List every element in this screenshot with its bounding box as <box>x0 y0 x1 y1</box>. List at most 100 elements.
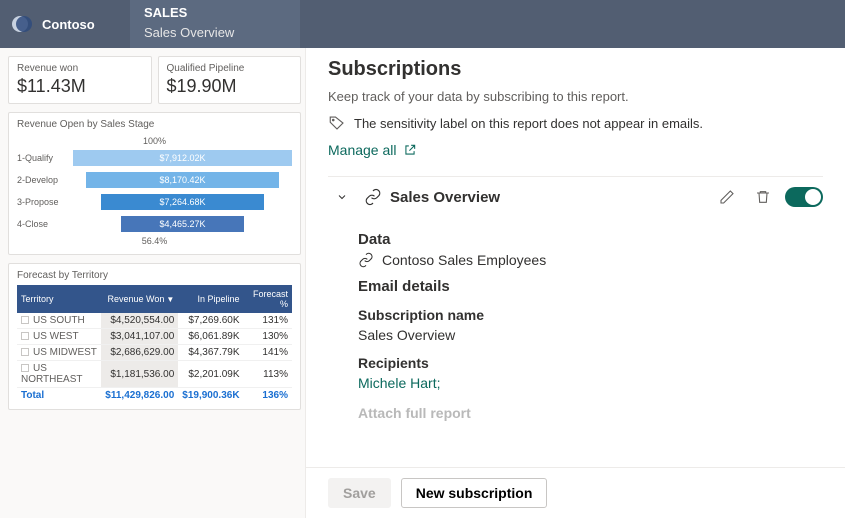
report-canvas: Revenue won $11.43M Qualified Pipeline $… <box>0 48 305 518</box>
panel-description: Keep track of your data by subscribing t… <box>328 89 823 104</box>
trash-icon <box>755 189 771 205</box>
funnel-chart: 100% 1-Qualify $7,912.02K 2-Develop $8,1… <box>17 134 292 248</box>
subscriptions-panel: Subscriptions Keep track of your data by… <box>305 48 845 518</box>
recipients-label: Recipients <box>358 355 823 371</box>
chart-title: Revenue Open by Sales Stage <box>17 119 292 130</box>
kpi-value: $19.90M <box>167 76 293 97</box>
cell: $7,269.60K <box>178 313 243 329</box>
kpi-qualified-pipeline[interactable]: Qualified Pipeline $19.90M <box>158 56 302 104</box>
cell: $19,900.36K <box>178 388 243 404</box>
table-row[interactable]: US SOUTH $4,520,554.00$7,269.60K131% <box>17 313 292 329</box>
top-nav-bar: Contoso SALES Sales Overview <box>0 0 845 48</box>
col-revenue-won[interactable]: Revenue Won▼ <box>101 285 178 313</box>
cell: $4,367.79K <box>178 345 243 361</box>
cell: 130% <box>244 329 292 345</box>
manage-all-link[interactable]: Manage all <box>328 142 417 158</box>
forecast-table: Territory Revenue Won▼ In Pipeline Forec… <box>17 285 292 403</box>
delete-button[interactable] <box>749 183 777 211</box>
col-territory[interactable]: Territory <box>17 285 101 313</box>
cell: 136% <box>244 388 292 404</box>
attach-full-report-label: Attach full report <box>358 405 823 421</box>
cell: $6,061.89K <box>178 329 243 345</box>
cell: 131% <box>244 313 292 329</box>
brand-name: Contoso <box>42 17 95 32</box>
funnel-row-label: 2-Develop <box>17 175 73 185</box>
brand[interactable]: Contoso <box>0 0 130 48</box>
subscription-header: Sales Overview <box>328 176 823 217</box>
app-logo-icon <box>10 12 34 36</box>
sensitivity-text: The sensitivity label on this report doe… <box>354 116 703 131</box>
cell: US NORTHEAST <box>21 363 83 385</box>
sensitivity-notice: The sensitivity label on this report doe… <box>328 114 823 132</box>
col-forecast-pct[interactable]: Forecast % <box>244 285 292 313</box>
funnel-row: 1-Qualify $7,912.02K <box>17 148 292 168</box>
cell: US MIDWEST <box>33 347 97 358</box>
funnel-row: 2-Develop $8,170.42K <box>17 170 292 190</box>
row-expand-icon[interactable] <box>21 316 29 324</box>
data-section-header: Data <box>358 231 823 248</box>
cell: $4,520,554.00 <box>101 313 178 329</box>
enable-toggle[interactable] <box>785 187 823 207</box>
cell: 141% <box>244 345 292 361</box>
kpi-label: Revenue won <box>17 63 143 74</box>
cell: $11,429,826.00 <box>101 388 178 404</box>
chart-revenue-by-stage[interactable]: Revenue Open by Sales Stage 100% 1-Quali… <box>8 112 301 255</box>
funnel-row-label: 3-Propose <box>17 197 73 207</box>
nav-breadcrumb[interactable]: SALES Sales Overview <box>130 0 300 48</box>
row-expand-icon[interactable] <box>21 348 29 356</box>
email-section-header: Email details <box>358 278 823 295</box>
open-external-icon <box>403 143 417 157</box>
table-forecast-territory[interactable]: Forecast by Territory Territory Revenue … <box>8 263 301 410</box>
row-expand-icon[interactable] <box>21 332 29 340</box>
panel-footer: Save New subscription <box>306 467 845 518</box>
funnel-bottom-pct: 56.4% <box>17 236 292 246</box>
cell: US WEST <box>33 331 79 342</box>
cell: $2,686,629.00 <box>101 345 178 361</box>
sort-desc-icon: ▼ <box>166 295 174 304</box>
table-title: Forecast by Territory <box>17 270 292 281</box>
link-label: Manage all <box>328 142 397 158</box>
funnel-bar: $7,912.02K <box>73 150 292 166</box>
funnel-row-label: 4-Close <box>17 219 73 229</box>
kpi-revenue-won[interactable]: Revenue won $11.43M <box>8 56 152 104</box>
cell: 113% <box>244 361 292 388</box>
chevron-down-icon <box>336 191 348 203</box>
cell: Total <box>17 388 101 404</box>
funnel-row: 4-Close $4,465.27K <box>17 214 292 234</box>
kpi-label: Qualified Pipeline <box>167 63 293 74</box>
panel-title: Subscriptions <box>328 58 823 81</box>
data-binding-row: Contoso Sales Employees <box>358 252 823 268</box>
link-icon <box>358 252 374 268</box>
subscription-name-value: Sales Overview <box>358 327 823 343</box>
link-icon <box>364 188 382 206</box>
cell: $3,041,107.00 <box>101 329 178 345</box>
table-row[interactable]: US MIDWEST $2,686,629.00$4,367.79K141% <box>17 345 292 361</box>
subscription-details: Data Contoso Sales Employees Email detai… <box>328 217 823 421</box>
nav-section: SALES <box>144 4 286 22</box>
funnel-bar: $7,264.68K <box>101 194 263 210</box>
new-subscription-button[interactable]: New subscription <box>401 478 548 508</box>
table-row[interactable]: US WEST $3,041,107.00$6,061.89K130% <box>17 329 292 345</box>
cell: US SOUTH <box>33 315 85 326</box>
recipients-value: Michele Hart; <box>358 375 823 391</box>
funnel-row: 3-Propose $7,264.68K <box>17 192 292 212</box>
funnel-bar: $8,170.42K <box>86 172 279 188</box>
cell: $2,201.09K <box>178 361 243 388</box>
pencil-icon <box>719 189 735 205</box>
funnel-bar: $4,465.27K <box>121 216 244 232</box>
edit-button[interactable] <box>713 183 741 211</box>
table-row[interactable]: US NORTHEAST $1,181,536.00$2,201.09K113% <box>17 361 292 388</box>
cell: $1,181,536.00 <box>101 361 178 388</box>
funnel-top-pct: 100% <box>17 136 292 146</box>
nav-page: Sales Overview <box>144 22 286 42</box>
subscription-name: Sales Overview <box>390 189 705 206</box>
funnel-row-label: 1-Qualify <box>17 153 73 163</box>
col-label: Revenue Won <box>107 294 164 304</box>
col-in-pipeline[interactable]: In Pipeline <box>178 285 243 313</box>
row-expand-icon[interactable] <box>21 364 29 372</box>
collapse-toggle[interactable] <box>328 183 356 211</box>
save-button: Save <box>328 478 391 508</box>
kpi-value: $11.43M <box>17 76 143 97</box>
data-binding-value: Contoso Sales Employees <box>382 252 546 268</box>
subscription-name-label: Subscription name <box>358 307 823 323</box>
